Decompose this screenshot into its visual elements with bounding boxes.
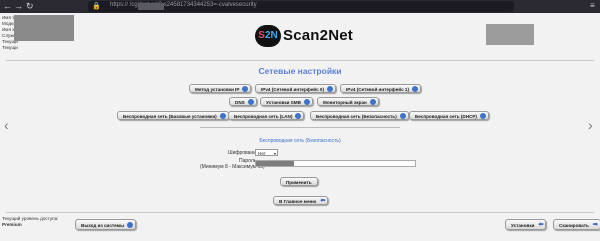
ip-method-button[interactable]: Метод установки IP <box>189 84 252 93</box>
logout-icon <box>127 222 134 228</box>
forward-arrow-icon[interactable]: → <box>14 1 23 12</box>
url-text: https:// /cgi/net.cgi?-s24581734344253=-… <box>110 2 257 8</box>
redacted-host <box>138 3 164 10</box>
gear-icon <box>247 99 254 105</box>
gear-icon <box>369 99 376 105</box>
back-arrow-icon: ⬅ <box>538 222 544 228</box>
forward-arrow-icon: ➡ <box>592 222 598 228</box>
gear-icon <box>295 113 302 119</box>
access-value: Premium <box>2 222 22 227</box>
redacted-image <box>486 24 534 45</box>
access-level: Текущий уровень доступа: Premium <box>2 216 58 228</box>
divider <box>200 127 400 128</box>
password-field[interactable] <box>255 160 416 167</box>
home-menu-button[interactable]: В Главное меню ⬅ <box>273 196 329 205</box>
gear-icon <box>327 86 334 92</box>
browser-toolbar: ← → ↻ 🔒 https:// /cgi/net.cgi?-s24581734… <box>0 0 600 13</box>
wireless-basic-button[interactable]: Беспроводная сеть (Базовые установки) <box>117 111 229 120</box>
logout-button[interactable]: Выход из системы <box>75 219 137 230</box>
wireless-lan-button[interactable]: Беспроводная сеть (LAN) <box>228 111 305 120</box>
gear-icon <box>412 86 419 92</box>
chevron-down-icon: ▾ <box>273 151 276 156</box>
back-arrow-icon: ⬅ <box>320 198 326 204</box>
gear-icon <box>399 113 406 119</box>
apply-button[interactable]: Применить <box>280 177 318 186</box>
lock-icon: 🔒 <box>92 3 101 10</box>
gear-icon <box>242 86 249 92</box>
chevron-right-icon[interactable]: › <box>588 117 593 133</box>
gear-icon <box>303 99 310 105</box>
scan-button[interactable]: Сканировать ➡ <box>553 219 600 230</box>
gear-icon <box>479 113 486 119</box>
logo-wordmark: Scan2Net <box>283 27 353 44</box>
monitor-screen-button[interactable]: Мониторный экран <box>317 97 379 106</box>
smb-settings-button[interactable]: Установки SMB <box>260 97 313 106</box>
dns-button[interactable]: DNS <box>229 97 257 106</box>
page-title: Сетевые настройки <box>258 66 342 76</box>
encryption-select[interactable]: Нет ▾ <box>255 149 278 156</box>
redacted-info <box>14 15 74 41</box>
reload-icon[interactable]: ↻ <box>26 1 34 12</box>
ipv4-if0-button[interactable]: IPv4 (Сетевой интерфейс 0) <box>255 84 337 93</box>
divider <box>6 212 594 213</box>
wireless-dhcp-button[interactable]: Беспроводная сеть (DHCP) <box>409 111 489 120</box>
divider <box>6 60 594 61</box>
back-arrow-icon[interactable]: ← <box>3 1 12 12</box>
address-bar[interactable]: 🔒 https:// /cgi/net.cgi?-s24581734344253… <box>88 1 514 12</box>
ipv4-if1-button[interactable]: IPv4 (Сетевой интерфейс 1) <box>340 84 422 93</box>
info-line: Текущи <box>2 45 18 50</box>
hamburger-menu-icon[interactable]: ≡ <box>590 1 595 10</box>
wireless-security-button[interactable]: Беспроводная сеть (Безопасность) <box>310 111 409 120</box>
redacted-password <box>256 161 294 166</box>
chevron-left-icon[interactable]: ‹ <box>4 117 9 133</box>
logo-mark: S2N <box>255 25 281 47</box>
section-title: Беспроводная сеть (Безопасность) <box>259 138 341 144</box>
settings-button[interactable]: Установки ⬅ <box>505 219 547 230</box>
gear-icon <box>219 113 226 119</box>
